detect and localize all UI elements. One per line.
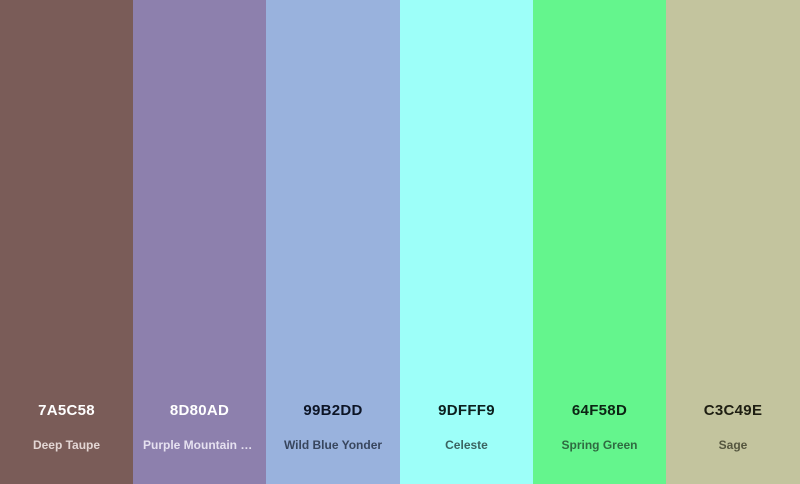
swatch-color-name: Spring Green (561, 438, 638, 452)
color-swatch-deep-taupe[interactable]: 7A5C58 Deep Taupe (0, 0, 133, 484)
swatch-color-name: Sage (718, 438, 748, 452)
swatch-hex-code[interactable]: C3C49E (666, 402, 800, 419)
swatch-hex-code[interactable]: 8D80AD (133, 402, 266, 419)
color-swatch-wild-blue-yonder[interactable]: 99B2DD Wild Blue Yonder (266, 0, 400, 484)
swatch-hex-code[interactable]: 9DFFF9 (400, 402, 533, 419)
swatch-color-name: Celeste (445, 438, 488, 452)
color-swatch-purple-mountain-majesty[interactable]: 8D80AD Purple Mountain Majesty (133, 0, 266, 484)
color-swatch-spring-green[interactable]: 64F58D Spring Green (533, 0, 666, 484)
swatch-hex-code[interactable]: 64F58D (533, 402, 666, 419)
color-swatch-celeste[interactable]: 9DFFF9 Celeste (400, 0, 533, 484)
swatch-color-name: Deep Taupe (32, 438, 101, 452)
swatch-color-name: Purple Mountain Majesty (143, 438, 256, 452)
swatch-color-name: Wild Blue Yonder (283, 438, 383, 452)
swatch-hex-code[interactable]: 7A5C58 (0, 402, 133, 419)
color-palette: 7A5C58 Deep Taupe 8D80AD Purple Mountain… (0, 0, 800, 484)
swatch-hex-code[interactable]: 99B2DD (266, 402, 400, 419)
color-swatch-sage[interactable]: C3C49E Sage (666, 0, 800, 484)
